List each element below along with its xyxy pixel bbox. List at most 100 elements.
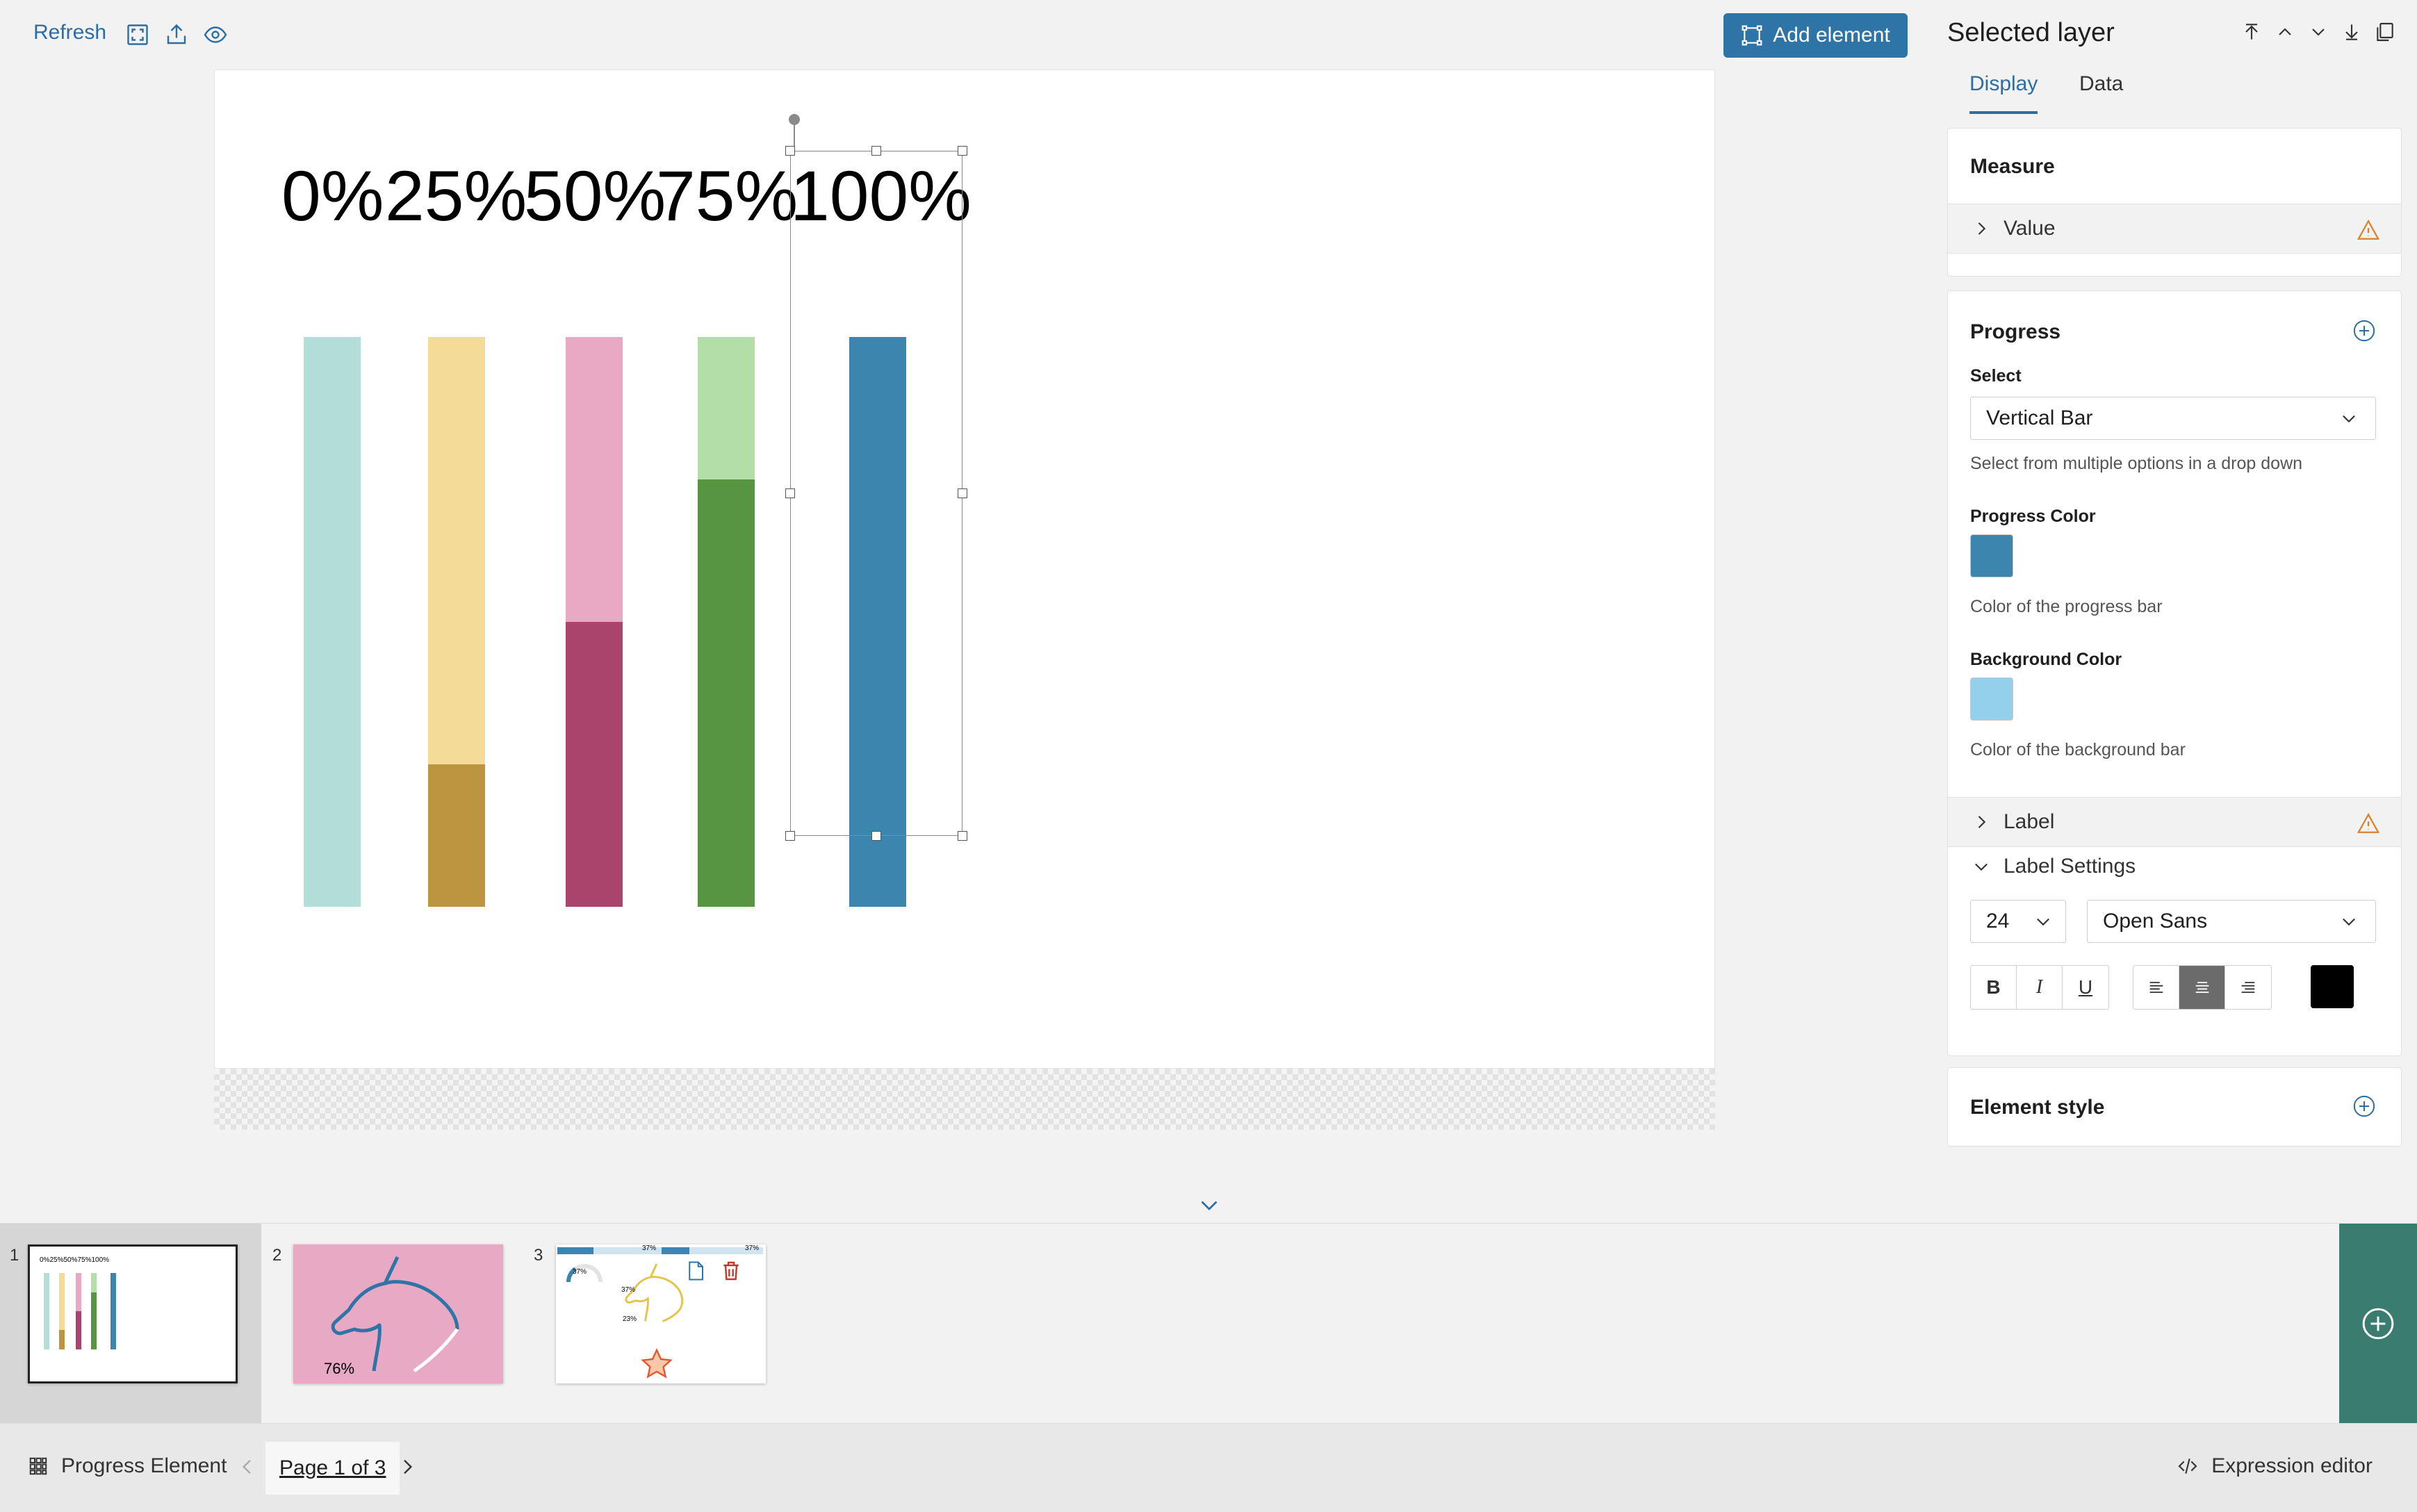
selection-box[interactable] bbox=[785, 146, 967, 841]
bring-to-front-icon[interactable] bbox=[2240, 21, 2263, 43]
progress-bar-75[interactable] bbox=[698, 337, 755, 907]
progress-bar-fill bbox=[428, 764, 485, 907]
thumb-bar bbox=[59, 1273, 65, 1349]
thumb-bar bbox=[44, 1273, 49, 1349]
chevron-down-icon bbox=[2037, 918, 2049, 926]
progress-title: Progress bbox=[1970, 320, 2061, 343]
add-circle-icon[interactable] bbox=[2352, 319, 2376, 343]
expression-editor-button[interactable]: Expression editor bbox=[2177, 1454, 2373, 1478]
font-family-select[interactable]: Open Sans bbox=[2087, 900, 2376, 943]
align-right-icon bbox=[2241, 982, 2255, 993]
tab-data[interactable]: Data bbox=[2079, 72, 2123, 111]
add-page-button[interactable] bbox=[2339, 1224, 2417, 1424]
label-settings-row[interactable]: Label Settings bbox=[1948, 847, 2401, 886]
status-bar: Progress Element Page 1 of 3 Expression … bbox=[0, 1423, 2417, 1512]
add-circle-icon[interactable] bbox=[2352, 1094, 2376, 1118]
resize-handle-sw[interactable] bbox=[785, 831, 795, 841]
percent-label-25[interactable]: 25% bbox=[385, 161, 527, 231]
properties-panel: Selected layer Display Data Measure Valu… bbox=[1932, 0, 2417, 1188]
progress-bar-fill bbox=[698, 479, 755, 907]
next-page-icon[interactable] bbox=[396, 1456, 418, 1478]
progress-type-select[interactable]: Vertical Bar bbox=[1970, 397, 2376, 440]
label-settings-text: Label Settings bbox=[2004, 855, 2136, 878]
label-row-label: Label bbox=[2004, 810, 2055, 833]
thumb-labels: 0%25%50%75%100% bbox=[40, 1256, 110, 1264]
send-to-back-icon[interactable] bbox=[2341, 21, 2363, 43]
add-element-button[interactable]: Add element bbox=[1723, 13, 1908, 58]
page-thumbnail-2[interactable]: 76% bbox=[293, 1244, 503, 1383]
align-center-icon bbox=[2195, 982, 2209, 993]
text-style-group: B I U bbox=[1970, 965, 2109, 1010]
duplicate-icon[interactable] bbox=[2374, 21, 2396, 43]
thumb-bar bbox=[91, 1273, 97, 1349]
percent-label-50[interactable]: 50% bbox=[524, 161, 666, 231]
previous-page-icon[interactable] bbox=[236, 1456, 259, 1478]
select-label: Select bbox=[1970, 366, 2022, 386]
align-right-button[interactable] bbox=[2225, 966, 2271, 1009]
value-row[interactable]: Value bbox=[1948, 204, 2401, 254]
move-up-icon[interactable] bbox=[2274, 21, 2296, 43]
bold-button[interactable]: B bbox=[1971, 966, 2017, 1009]
report-canvas[interactable]: 0% 25% 50% 75% 100% bbox=[214, 69, 1715, 1069]
page-number-2: 2 bbox=[272, 1246, 282, 1265]
text-color-swatch[interactable] bbox=[2311, 965, 2354, 1008]
resize-handle-n[interactable] bbox=[871, 146, 881, 156]
progress-bar-fill bbox=[566, 622, 623, 907]
document-name[interactable]: Progress Element bbox=[28, 1454, 227, 1478]
align-left-button[interactable] bbox=[2133, 966, 2179, 1009]
measure-card: Measure Value bbox=[1947, 128, 2402, 277]
add-element-icon bbox=[1742, 25, 1762, 46]
thumb-label: 37% bbox=[573, 1268, 587, 1276]
chevron-right-icon bbox=[1978, 222, 1986, 235]
font-family-value: Open Sans bbox=[2103, 910, 2208, 932]
resize-handle-se[interactable] bbox=[958, 831, 967, 841]
measure-title: Measure bbox=[1970, 155, 2055, 178]
element-style-card: Element style bbox=[1947, 1067, 2402, 1147]
page-thumbnail-strip: 1 0%25%50%75%100% 2 76% 3 37% 37% 37% 37… bbox=[0, 1223, 2417, 1424]
page-indicator[interactable]: Page 1 of 3 bbox=[265, 1442, 400, 1495]
export-icon[interactable] bbox=[164, 22, 189, 47]
warning-icon bbox=[2357, 219, 2380, 240]
expression-editor-label: Expression editor bbox=[2211, 1454, 2373, 1477]
chevron-down-icon bbox=[2343, 918, 2355, 926]
thumb-bar bbox=[557, 1247, 763, 1254]
font-size-select[interactable]: 24 bbox=[1970, 900, 2066, 943]
thumb-label: 37% bbox=[642, 1244, 657, 1252]
italic-button[interactable]: I bbox=[2017, 966, 2063, 1009]
preview-eye-icon[interactable] bbox=[203, 22, 228, 47]
warning-icon bbox=[2357, 812, 2380, 833]
progress-bar-0[interactable] bbox=[304, 337, 361, 907]
resize-handle-w[interactable] bbox=[785, 488, 795, 498]
background-color-swatch[interactable] bbox=[1970, 677, 2013, 721]
select-help: Select from multiple options in a drop d… bbox=[1970, 454, 2303, 473]
progress-bar-25[interactable] bbox=[428, 337, 485, 907]
element-style-title: Element style bbox=[1970, 1096, 2105, 1119]
tab-display[interactable]: Display bbox=[1969, 72, 2038, 114]
resize-handle-ne[interactable] bbox=[958, 146, 967, 156]
page-thumbnail-1[interactable]: 0%25%50%75%100% bbox=[28, 1244, 238, 1383]
background-color-help: Color of the background bar bbox=[1970, 740, 2186, 759]
percent-label-0[interactable]: 0% bbox=[281, 161, 384, 231]
align-left-icon bbox=[2149, 982, 2163, 993]
chevron-down-icon bbox=[2343, 415, 2355, 423]
top-toolbar: Refresh Add element bbox=[0, 0, 1918, 69]
rotate-handle[interactable] bbox=[789, 114, 800, 125]
resize-handle-nw[interactable] bbox=[785, 146, 795, 156]
progress-color-help: Color of the progress bar bbox=[1970, 597, 2163, 616]
chevron-down-icon[interactable] bbox=[1197, 1192, 1222, 1217]
font-size-value: 24 bbox=[1986, 910, 2010, 932]
progress-bar-50[interactable] bbox=[566, 337, 623, 907]
align-center-button[interactable] bbox=[2179, 966, 2225, 1009]
refresh-button[interactable]: Refresh bbox=[33, 21, 106, 44]
progress-color-label: Progress Color bbox=[1970, 507, 2096, 526]
move-down-icon[interactable] bbox=[2307, 21, 2329, 43]
resize-handle-e[interactable] bbox=[958, 488, 967, 498]
fit-screen-icon[interactable] bbox=[125, 22, 150, 47]
page-thumbnail-3[interactable]: 37% 37% 37% 37% 23% bbox=[556, 1244, 766, 1383]
underline-button[interactable]: U bbox=[2063, 966, 2108, 1009]
progress-color-swatch[interactable] bbox=[1970, 534, 2013, 577]
percent-label-75[interactable]: 75% bbox=[656, 161, 798, 231]
text-align-group bbox=[2133, 965, 2272, 1010]
resize-handle-s[interactable] bbox=[871, 831, 881, 841]
label-row[interactable]: Label bbox=[1948, 797, 2401, 847]
